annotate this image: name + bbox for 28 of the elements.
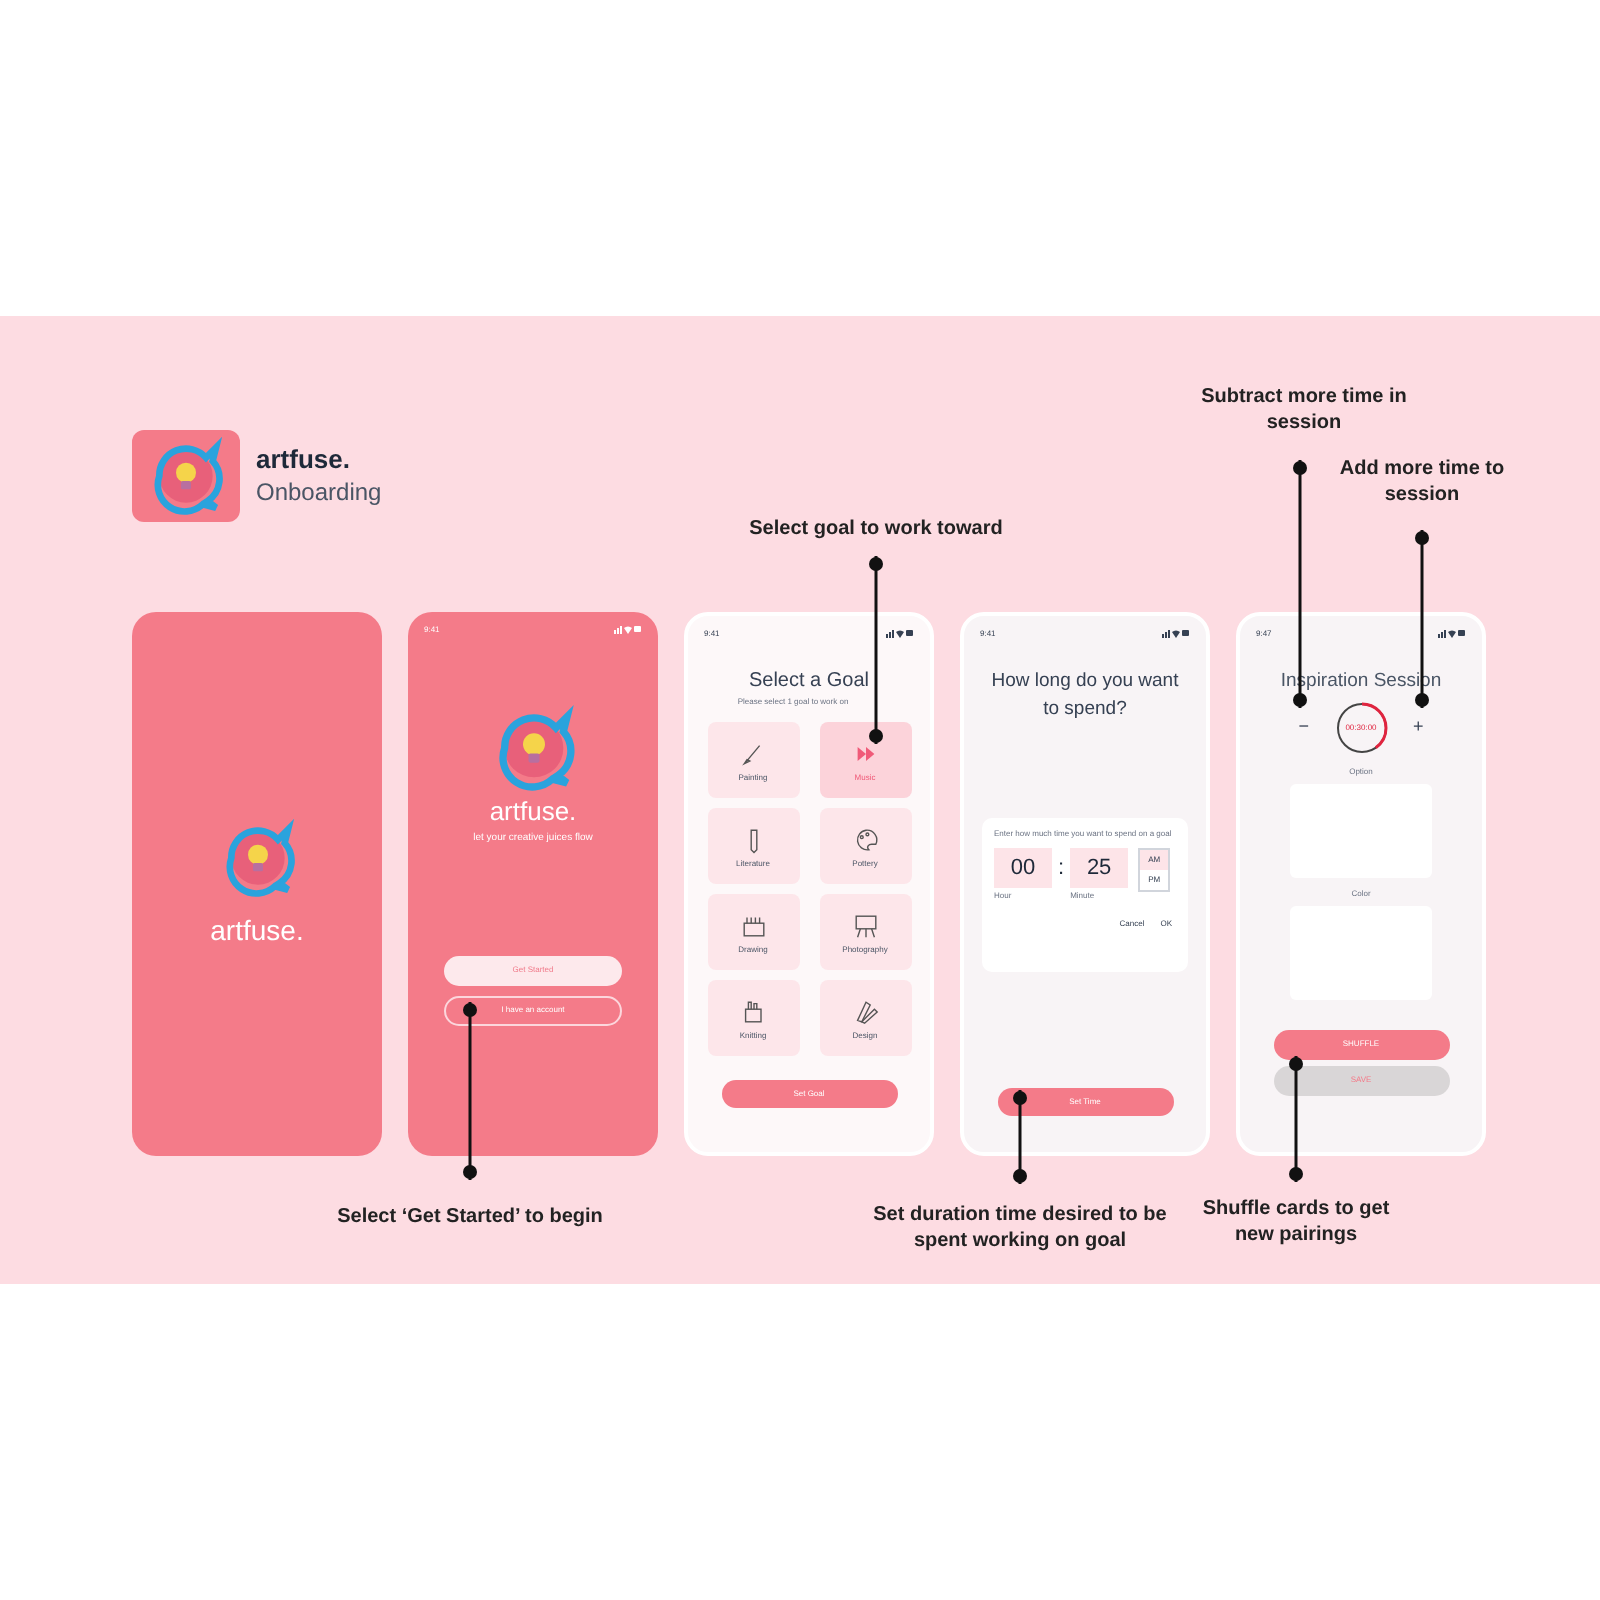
annotation-label: Shuffle cards to get new pairings: [1200, 1196, 1392, 1248]
app-name: artfuse.: [210, 911, 304, 949]
annotation-label: Select ‘Get Started’ to begin: [335, 1204, 605, 1230]
status-icons: [1162, 628, 1190, 638]
app-name: artfuse.: [489, 798, 577, 824]
status-icons: [1438, 628, 1466, 638]
timer-ring: [1333, 699, 1389, 755]
status-icons: [614, 624, 642, 634]
status-icons: [886, 628, 914, 638]
screen-title: Select a Goal: [748, 672, 870, 692]
swatches-icon: [851, 997, 879, 1025]
page-subtitle: Onboarding: [256, 477, 382, 508]
hour-field[interactable]: 00: [994, 848, 1052, 888]
annotation-label: Set duration time desired to be spent working on goal: [871, 1202, 1169, 1254]
leader-line: [1012, 1090, 1028, 1184]
minute-field[interactable]: 25: [1070, 848, 1129, 888]
leader-line: [1288, 1056, 1304, 1182]
app-name: artfuse.: [256, 444, 352, 478]
screen-title: How long do you want to spend?: [989, 668, 1181, 724]
time-separator: :: [1058, 854, 1065, 884]
palette-icon: [851, 825, 879, 853]
annotation-label: Select goal to work toward: [747, 516, 1005, 542]
plus-button[interactable]: +: [1413, 718, 1424, 736]
paint-tubes-icon: [739, 997, 767, 1025]
minus-button[interactable]: −: [1298, 718, 1309, 736]
annotation-label: Add more time to session: [1337, 456, 1507, 508]
easel-icon: [851, 911, 879, 939]
annotation-label: Subtract more time in session: [1199, 384, 1409, 436]
